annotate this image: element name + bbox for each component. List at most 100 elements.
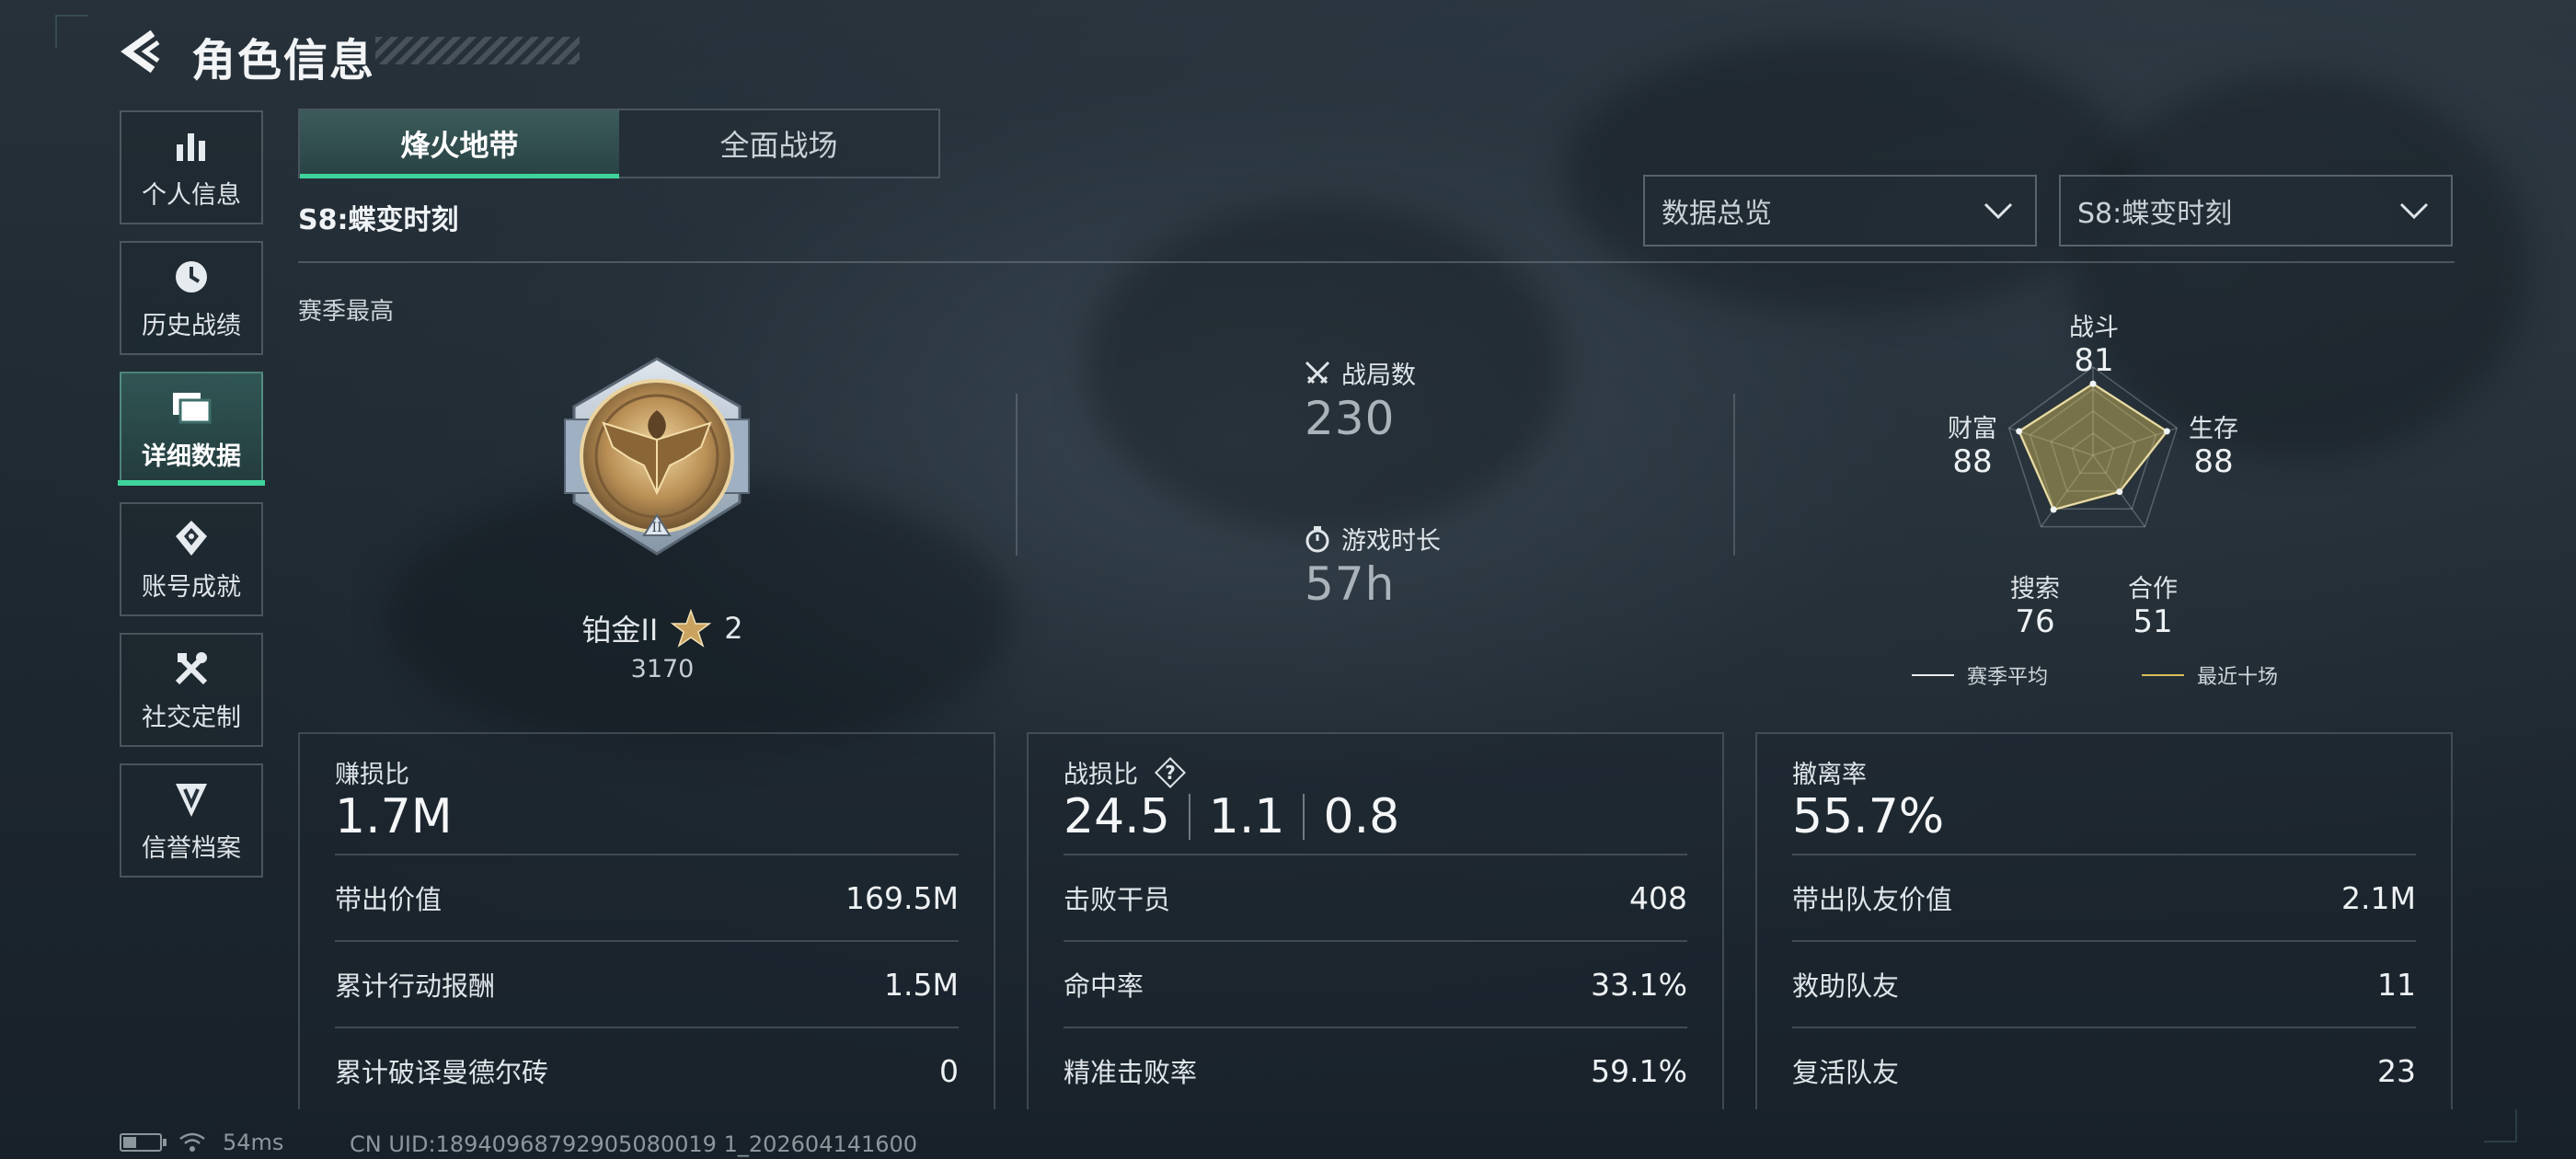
- row-key: 救助队友: [1792, 970, 1900, 1002]
- status-bar: 54ms: [120, 1130, 283, 1155]
- sidebar-item-label: 信誉档案: [142, 833, 241, 863]
- rank-stars-count: 2: [724, 611, 743, 646]
- kd-value-3: 0.8: [1323, 789, 1400, 844]
- row-key: 累计破译曼德尔砖: [335, 1057, 549, 1088]
- sidebar-item-detailed-data[interactable]: 详细数据: [120, 372, 263, 486]
- list-item: 累计行动报酬 1.5M: [335, 942, 959, 1027]
- list-item: 带出价值 169.5M: [335, 855, 959, 940]
- season-title: S8:蝶变时刻: [298, 204, 459, 236]
- stopwatch-icon: [1305, 525, 1329, 552]
- chevron-down-icon: [2399, 202, 2429, 220]
- bar-chart-icon: [170, 125, 213, 167]
- svg-text:II: II: [651, 521, 661, 535]
- card-title: 战损比 ?: [1064, 754, 1188, 790]
- divider: [1303, 794, 1305, 840]
- legend-recent-ten: 最近十场: [2142, 660, 2278, 690]
- card-title-text: 战损比: [1064, 761, 1138, 789]
- radar-value-wealth: 88: [1952, 443, 1993, 480]
- folders-icon: [170, 386, 213, 429]
- crossed-swords-icon: [1305, 361, 1330, 384]
- card-big-value: 55.7%: [1792, 789, 1945, 844]
- row-value: 0: [939, 1052, 959, 1089]
- row-value: 169.5M: [845, 879, 959, 916]
- kd-ratio-card: 战损比 ? 24.5 1.1 0.8 击败干员 408 命中率 33.1% 精准击败…: [1027, 732, 1724, 1109]
- row-value: 2.1M: [2341, 879, 2416, 916]
- divider: [1016, 394, 1018, 556]
- tab-warfare[interactable]: 全面战场: [619, 110, 938, 177]
- season-best-label: 赛季最高: [298, 298, 395, 326]
- rank-points: 3170: [630, 655, 695, 683]
- star-icon: [671, 608, 712, 648]
- playtime-stat: 游戏时长: [1303, 521, 1441, 557]
- sidebar-item-label: 历史战绩: [142, 311, 241, 340]
- row-value: 23: [2377, 1052, 2416, 1089]
- card-title: 撤离率: [1792, 754, 1867, 790]
- row-value: 11: [2377, 966, 2416, 1003]
- list-item: 精准击败率 59.1%: [1064, 1028, 1687, 1113]
- radar-point: [2089, 380, 2097, 387]
- playtime-label: 游戏时长: [1341, 527, 1441, 556]
- season-select-value: S8:蝶变时刻: [2077, 198, 2233, 230]
- row-key: 带出价值: [335, 884, 443, 915]
- profit-loss-card: 赚损比 1.7M 带出价值 169.5M 累计行动报酬 1.5M 累计破译曼德尔砖 0: [298, 732, 995, 1109]
- tab-haavk[interactable]: 烽火地带: [300, 110, 619, 178]
- help-icon[interactable]: ?: [1153, 755, 1188, 790]
- divider: [298, 261, 2455, 263]
- radar-value-search: 76: [2015, 603, 2055, 640]
- uid-text: CN UID:18940968792905080019 1_2026041416…: [350, 1131, 918, 1157]
- legend-label: 赛季平均: [1967, 666, 2049, 689]
- card-big-value: 24.5 1.1 0.8: [1064, 789, 1399, 844]
- sidebar-item-personal-info[interactable]: 个人信息: [120, 110, 263, 224]
- row-value: 1.5M: [884, 966, 959, 1003]
- divider: [1733, 394, 1735, 556]
- legend-season-average: 赛季平均: [1912, 660, 2048, 690]
- sidebar-item-label: 个人信息: [142, 180, 241, 210]
- matches-value: 230: [1305, 392, 1396, 445]
- ping-value: 54ms: [223, 1130, 284, 1155]
- sidebar-item-social[interactable]: 社交定制: [120, 633, 263, 747]
- card-big-value: 1.7M: [335, 789, 453, 844]
- matches-label: 战局数: [1341, 361, 1416, 390]
- kd-value-2: 1.1: [1208, 789, 1285, 844]
- card-title-text: 赚损比: [335, 761, 409, 789]
- page-title: 角色信息: [191, 35, 376, 86]
- sidebar-item-history[interactable]: 历史战绩: [120, 241, 263, 355]
- battery-icon: [120, 1133, 167, 1152]
- row-value: 59.1%: [1591, 1052, 1687, 1089]
- extraction-rate-card: 撤离率 55.7% 带出队友价值 2.1M 救助队友 11 复活队友 23: [1755, 732, 2453, 1109]
- svg-text:?: ?: [1165, 762, 1176, 784]
- achievement-badge-icon: [170, 517, 213, 559]
- row-key: 累计行动报酬: [335, 970, 496, 1002]
- rank-info: 铂金II 2: [552, 607, 773, 649]
- list-item: 累计破译曼德尔砖 0: [335, 1028, 959, 1113]
- playtime-value: 57h: [1305, 557, 1396, 611]
- list-item: 带出队友价值 2.1M: [1792, 855, 2416, 940]
- kd-value-1: 24.5: [1064, 789, 1170, 844]
- row-value: 408: [1629, 879, 1687, 916]
- radar-label-wealth: 财富: [1948, 415, 1997, 443]
- matches-stat: 战局数: [1303, 355, 1416, 391]
- radar-series-recent: [2018, 382, 2169, 511]
- tools-icon: [170, 648, 213, 690]
- history-clock-icon: [170, 256, 213, 298]
- season-select[interactable]: S8:蝶变时刻: [2059, 175, 2453, 247]
- back-arrow-icon[interactable]: [118, 28, 166, 75]
- rank-name: 铂金II: [581, 613, 659, 648]
- row-key: 复活队友: [1792, 1057, 1900, 1088]
- legend-swatch: [1912, 674, 1954, 676]
- active-indicator: [118, 480, 265, 486]
- list-item: 击败干员 408: [1064, 855, 1687, 940]
- legend-swatch: [2142, 674, 2184, 676]
- radar-value-teamwork: 51: [2133, 603, 2173, 640]
- radar-value-combat: 81: [2074, 342, 2114, 379]
- sidebar-item-reputation[interactable]: 信誉档案: [120, 763, 263, 878]
- legend-label: 最近十场: [2197, 666, 2279, 689]
- radar-value-survival: 88: [2193, 443, 2234, 480]
- sidebar-item-label: 账号成就: [142, 572, 241, 602]
- view-select[interactable]: 数据总览: [1643, 175, 2037, 247]
- view-select-value: 数据总览: [1662, 198, 1772, 230]
- sidebar-item-achievements[interactable]: 账号成就: [120, 502, 263, 616]
- row-key: 精准击败率: [1064, 1057, 1198, 1088]
- wifi-icon: [179, 1132, 205, 1152]
- mode-tabs: 烽火地带 全面战场: [298, 109, 940, 178]
